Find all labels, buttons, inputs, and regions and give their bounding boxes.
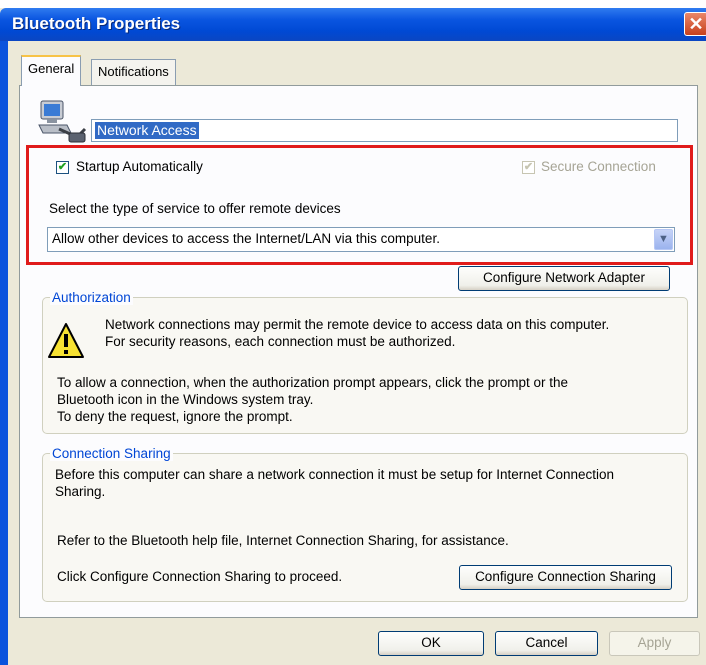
secure-connection-checkbox[interactable]: ✔ (522, 161, 535, 174)
startup-automatically-checkbox[interactable]: ✔ (56, 161, 69, 174)
connection-sharing-legend: Connection Sharing (50, 446, 173, 461)
startup-automatically-label: Startup Automatically (76, 159, 203, 174)
close-button[interactable]: ✕ (684, 12, 706, 36)
service-type-dropdown[interactable]: Allow other devices to access the Intern… (47, 227, 675, 252)
secure-connection-label: Secure Connection (541, 159, 656, 174)
bluetooth-network-icon (38, 100, 87, 143)
configure-network-adapter-button[interactable]: Configure Network Adapter (458, 266, 670, 291)
title-bar[interactable]: Bluetooth Properties (0, 8, 706, 41)
window-title: Bluetooth Properties (12, 14, 181, 33)
close-icon: ✕ (688, 14, 704, 34)
apply-button[interactable]: Apply (609, 631, 700, 656)
sharing-text-3: Refer to the Bluetooth help file, Intern… (57, 533, 509, 548)
authorization-legend: Authorization (50, 290, 133, 305)
tab-general-label: General (28, 61, 75, 76)
service-type-value: Allow other devices to access the Intern… (52, 231, 440, 246)
tab-notifications-label: Notifications (98, 64, 169, 79)
tab-general[interactable]: General (21, 55, 82, 86)
authorization-text-2: For security reasons, each connection mu… (105, 334, 456, 349)
cancel-button[interactable]: Cancel (495, 631, 598, 656)
warning-icon (48, 323, 84, 358)
service-type-prompt: Select the type of service to offer remo… (49, 201, 341, 216)
authorization-text-1: Network connections may permit the remot… (105, 317, 610, 332)
chevron-down-icon[interactable]: ▼ (654, 229, 673, 250)
authorization-text-5: To deny the request, ignore the prompt. (57, 409, 293, 424)
tab-notifications[interactable]: Notifications (91, 59, 176, 85)
window-left-edge (0, 41, 8, 665)
service-name-value: Network Access (95, 122, 199, 139)
sharing-text-2: Sharing. (55, 484, 106, 499)
ok-button[interactable]: OK (378, 631, 484, 656)
sharing-text-4: Click Configure Connection Sharing to pr… (57, 569, 343, 584)
authorization-text-3: To allow a connection, when the authoriz… (57, 375, 569, 390)
configure-connection-sharing-button[interactable]: Configure Connection Sharing (459, 565, 672, 590)
sharing-text-1: Before this computer can share a network… (55, 467, 615, 482)
authorization-text-4: Bluetooth icon in the Windows system tra… (57, 392, 314, 407)
service-name-field[interactable]: Network Access (91, 119, 678, 142)
